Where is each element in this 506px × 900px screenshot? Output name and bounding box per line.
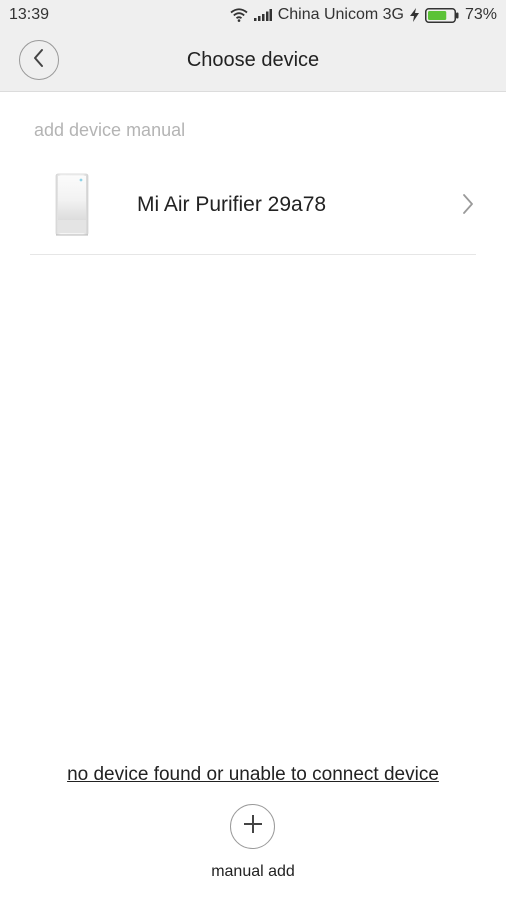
air-purifier-image [54,173,90,237]
battery-percent: 73% [464,6,497,23]
status-indicators: China Unicom 3G 73% [230,5,497,25]
page-title: Choose device [186,49,320,71]
screen: 13:39 China Unicom 3G 73% Choose device … [0,0,506,900]
charging-bolt-icon [409,8,419,22]
chevron-right-icon [462,194,474,219]
header: Choose device [0,30,506,92]
device-name: Mi Air Purifier 29a78 [137,193,327,216]
wifi-icon [230,8,248,22]
device-list-item[interactable]: Mi Air Purifier 29a78 [30,158,476,255]
manual-add-label: manual add [211,863,295,880]
section-label: add device manual [34,120,186,140]
signal-icon [253,9,272,21]
carrier-name: China Unicom 3G [277,6,404,23]
battery-icon [424,7,459,23]
status-bar: 13:39 China Unicom 3G 73% [0,0,506,30]
manual-add-button[interactable] [230,804,275,849]
no-device-found-link[interactable]: no device found or unable to connect dev… [0,764,506,786]
plus-icon [243,814,263,839]
status-time: 13:39 [9,6,50,23]
